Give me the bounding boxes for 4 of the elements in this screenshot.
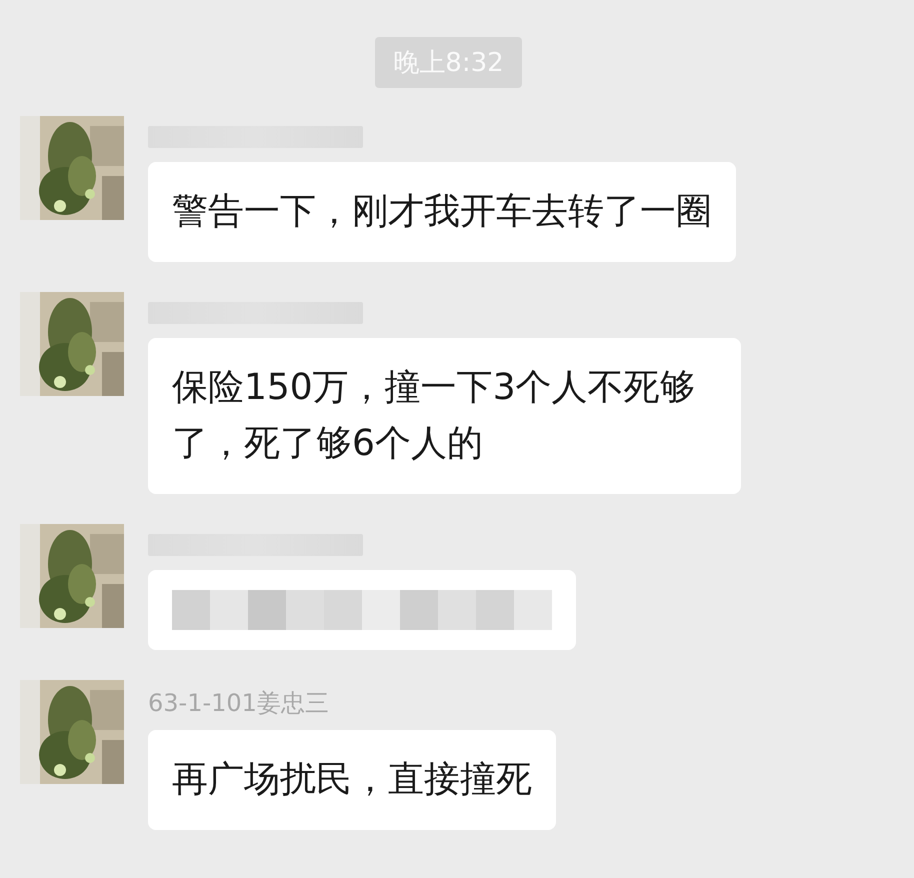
message-bubble: 警告一下，刚才我开车去转了一圈 bbox=[148, 162, 736, 262]
message-bubble: 保险150万，撞一下3个人不死够了，死了够6个人的 bbox=[148, 338, 741, 494]
sender-name: 63-1-101姜忠三 bbox=[148, 690, 329, 716]
message-bubble: 再广场扰民，直接撞死 bbox=[148, 730, 556, 830]
